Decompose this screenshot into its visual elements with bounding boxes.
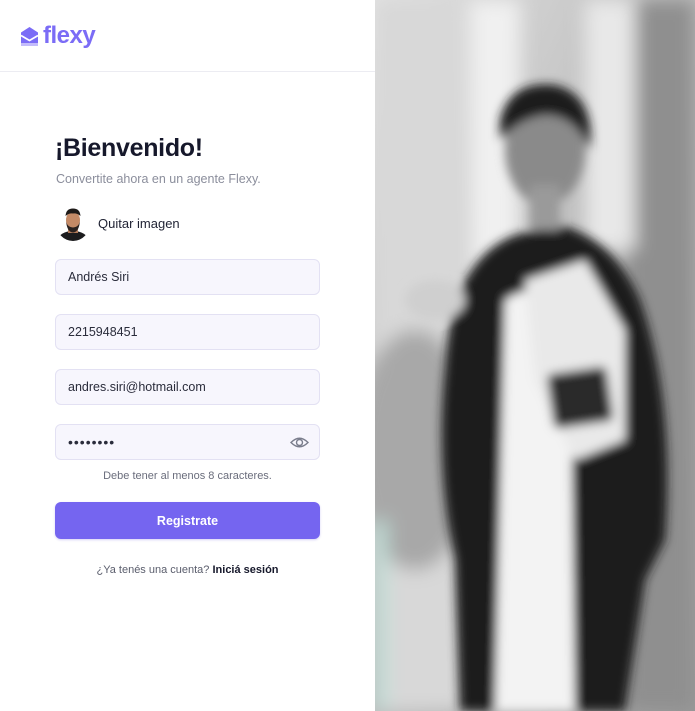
name-field[interactable] <box>55 259 320 295</box>
avatar-row: Quitar imagen <box>56 205 180 241</box>
login-prompt-text: ¿Ya tenés una cuenta? <box>96 564 210 576</box>
name-input[interactable] <box>56 260 319 294</box>
page-subtitle: Convertite ahora en un agente Flexy. <box>56 172 261 186</box>
eye-icon[interactable] <box>290 434 309 451</box>
hero-image <box>375 0 695 711</box>
login-prompt: ¿Ya tenés una cuenta? Iniciá sesión <box>55 564 320 576</box>
email-input[interactable] <box>56 370 319 404</box>
phone-input[interactable] <box>56 315 319 349</box>
password-hint: Debe tener al menos 8 caracteres. <box>103 470 272 482</box>
signup-panel: flexy ¡Bienvenido! Convertite ahora en u… <box>0 0 375 711</box>
remove-image-button[interactable]: Quitar imagen <box>98 216 180 231</box>
password-input[interactable] <box>56 425 319 459</box>
mailbox-icon <box>20 26 39 46</box>
header: flexy <box>0 0 375 72</box>
hero-photo <box>375 0 695 711</box>
email-field[interactable] <box>55 369 320 405</box>
login-link[interactable]: Iniciá sesión <box>212 564 278 576</box>
register-button[interactable]: Registrate <box>55 502 320 539</box>
password-field[interactable] <box>55 424 320 460</box>
phone-field[interactable] <box>55 314 320 350</box>
user-avatar[interactable] <box>56 205 90 241</box>
brand-name: flexy <box>43 22 96 49</box>
page-title: ¡Bienvenido! <box>55 134 203 162</box>
brand-logo[interactable]: flexy <box>20 22 96 50</box>
